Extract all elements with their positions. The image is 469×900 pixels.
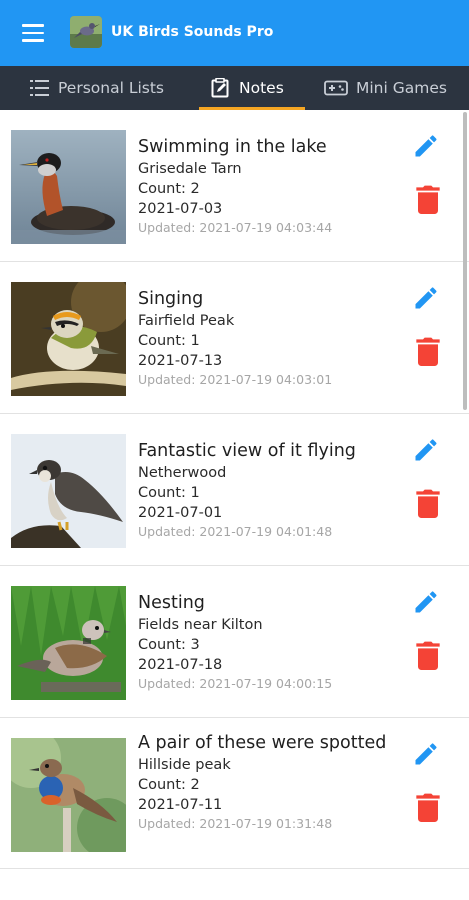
edit-note-button[interactable] <box>412 284 440 312</box>
note-title: Swimming in the lake <box>138 137 327 157</box>
note-title: Fantastic view of it flying <box>138 441 356 461</box>
app-logo <box>70 16 102 48</box>
edit-note-button[interactable] <box>412 588 440 616</box>
note-details: Singing Fairfield Peak Count: 1 2021-07-… <box>138 288 393 389</box>
note-details: A pair of these were spotted Hillside pe… <box>138 732 393 833</box>
bird-photo-turtle-dove <box>11 586 126 700</box>
trash-icon <box>416 641 440 670</box>
pencil-icon <box>415 135 437 157</box>
note-count: Count: 1 <box>138 333 200 349</box>
hamburger-menu-icon[interactable] <box>22 24 44 42</box>
note-date: 2021-07-11 <box>138 797 223 813</box>
app-title: UK Birds Sounds Pro <box>111 24 274 40</box>
note-details: Fantastic view of it flying Netherwood C… <box>138 440 393 541</box>
delete-note-button[interactable] <box>416 184 440 214</box>
edit-note-button[interactable] <box>412 436 440 464</box>
delete-note-button[interactable] <box>416 488 440 518</box>
note-card[interactable]: Fantastic view of it flying Netherwood C… <box>0 414 469 566</box>
note-location: Netherwood <box>138 465 227 481</box>
trash-icon <box>416 793 440 822</box>
note-card[interactable]: Swimming in the lake Grisedale Tarn Coun… <box>0 110 469 262</box>
note-count: Count: 1 <box>138 485 200 501</box>
note-card[interactable]: Nesting Fields near Kilton Count: 3 2021… <box>0 566 469 718</box>
trash-icon <box>416 337 440 366</box>
delete-note-button[interactable] <box>416 640 440 670</box>
note-title: Singing <box>138 289 204 309</box>
notes-icon <box>211 78 231 98</box>
note-updated: Updated: 2021-07-19 04:03:44 <box>138 220 333 235</box>
tab-bar: Personal Lists Notes Mini Games <box>0 66 469 110</box>
pencil-icon <box>415 287 437 309</box>
tab-personal-lists[interactable]: Personal Lists <box>30 66 180 110</box>
delete-note-button[interactable] <box>416 336 440 366</box>
tab-label: Personal Lists <box>58 79 164 97</box>
note-date: 2021-07-03 <box>138 201 223 217</box>
list-icon <box>30 79 50 97</box>
note-count: Count: 2 <box>138 181 200 197</box>
note-location: Hillside peak <box>138 757 231 773</box>
app-bar: UK Birds Sounds Pro <box>0 0 469 66</box>
note-card[interactable]: Singing Fairfield Peak Count: 1 2021-07-… <box>0 262 469 414</box>
bird-photo-peregrine-falcon <box>11 434 126 548</box>
note-title: A pair of these were spotted <box>138 733 387 753</box>
pencil-icon <box>415 591 437 613</box>
note-count: Count: 2 <box>138 777 200 793</box>
note-date: 2021-07-13 <box>138 353 223 369</box>
note-card[interactable]: A pair of these were spotted Hillside pe… <box>0 718 469 869</box>
note-location: Grisedale Tarn <box>138 161 242 177</box>
scrollbar[interactable] <box>463 112 467 410</box>
note-updated: Updated: 2021-07-19 04:01:48 <box>138 524 333 539</box>
notes-list: Swimming in the lake Grisedale Tarn Coun… <box>0 110 469 869</box>
edit-note-button[interactable] <box>412 740 440 768</box>
note-location: Fairfield Peak <box>138 313 235 329</box>
tab-label: Notes <box>239 79 284 97</box>
note-count: Count: 3 <box>138 637 200 653</box>
edit-note-button[interactable] <box>412 132 440 160</box>
pencil-icon <box>415 439 437 461</box>
gamepad-icon <box>324 80 348 96</box>
trash-icon <box>416 185 440 214</box>
delete-note-button[interactable] <box>416 792 440 822</box>
bird-photo-red-necked-grebe <box>11 130 126 244</box>
note-updated: Updated: 2021-07-19 01:31:48 <box>138 816 333 831</box>
note-details: Nesting Fields near Kilton Count: 3 2021… <box>138 592 393 693</box>
bird-photo-firecrest <box>11 282 126 396</box>
trash-icon <box>416 489 440 518</box>
pencil-icon <box>415 743 437 765</box>
note-date: 2021-07-01 <box>138 505 223 521</box>
note-updated: Updated: 2021-07-19 04:03:01 <box>138 372 333 387</box>
note-details: Swimming in the lake Grisedale Tarn Coun… <box>138 136 393 237</box>
note-updated: Updated: 2021-07-19 04:00:15 <box>138 676 333 691</box>
bird-photo-bluethroat <box>11 738 126 852</box>
tab-mini-games[interactable]: Mini Games <box>324 66 469 110</box>
note-location: Fields near Kilton <box>138 617 263 633</box>
note-date: 2021-07-18 <box>138 657 223 673</box>
tab-label: Mini Games <box>356 79 447 97</box>
note-title: Nesting <box>138 593 205 613</box>
tab-notes[interactable]: Notes <box>199 66 305 110</box>
